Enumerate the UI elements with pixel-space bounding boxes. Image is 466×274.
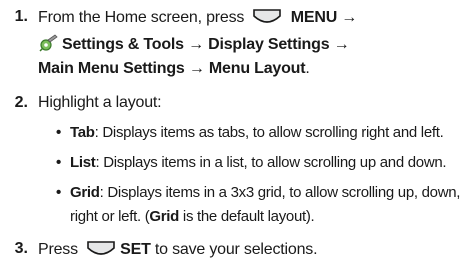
step-number: 1. [14,8,28,25]
step-text: Press [38,241,78,258]
bullet-desc: right or left. ( [70,208,150,225]
step-number: 3. [14,240,28,257]
settings-tools-icon [39,34,58,52]
bullet-term: Grid [70,184,100,201]
settings-path: Settings & Tools → Display Settings → [62,36,350,53]
step-text: From the Home screen, press [38,9,245,26]
step-text: to save your selections. [150,241,318,258]
step-1-line-2: Settings & Tools → Display Settings → [38,34,350,54]
menu-key-icon [253,9,282,23]
bullet-term: Grid [149,208,180,225]
bullet-grid: • Grid: Displays items in a 3x3 grid, to … [56,184,460,201]
punctuation: . [305,60,310,77]
bullet-tab: • Tab: Displays items as tabs, to allow s… [56,124,444,141]
step-1-line-1: From the Home screen, press MENU → [38,8,357,27]
step-3-line: Press SET to save your selections. [38,240,318,259]
bullet-list: • List: Displays items in a list, to allo… [56,154,447,171]
bullet-dot: • [56,154,61,171]
bullet-desc: : Displays items in a 3x3 grid, to allow… [99,184,461,201]
bullet-dot: • [56,124,61,141]
bullet-term: List [70,154,96,171]
bullet-desc: : Displays items in a list, to allow scr… [95,154,447,171]
menu-path: Main Menu Settings → Menu Layout [38,60,306,77]
bullet-grid-continued: right or left. (Grid is the default layo… [70,208,315,225]
bullet-desc: is the default layout). [179,208,315,225]
step-number: 2. [14,94,28,111]
set-key-icon [87,241,115,255]
menu-label: MENU → [290,9,358,26]
bullet-dot: • [56,184,61,201]
step-1-line-3: Main Menu Settings → Menu Layout. [38,60,310,78]
bullet-term: Tab [70,124,95,141]
bullet-desc: : Displays items as tabs, to allow scrol… [94,124,444,141]
set-label: SET [120,241,151,258]
step-2-text: Highlight a layout: [38,94,162,111]
